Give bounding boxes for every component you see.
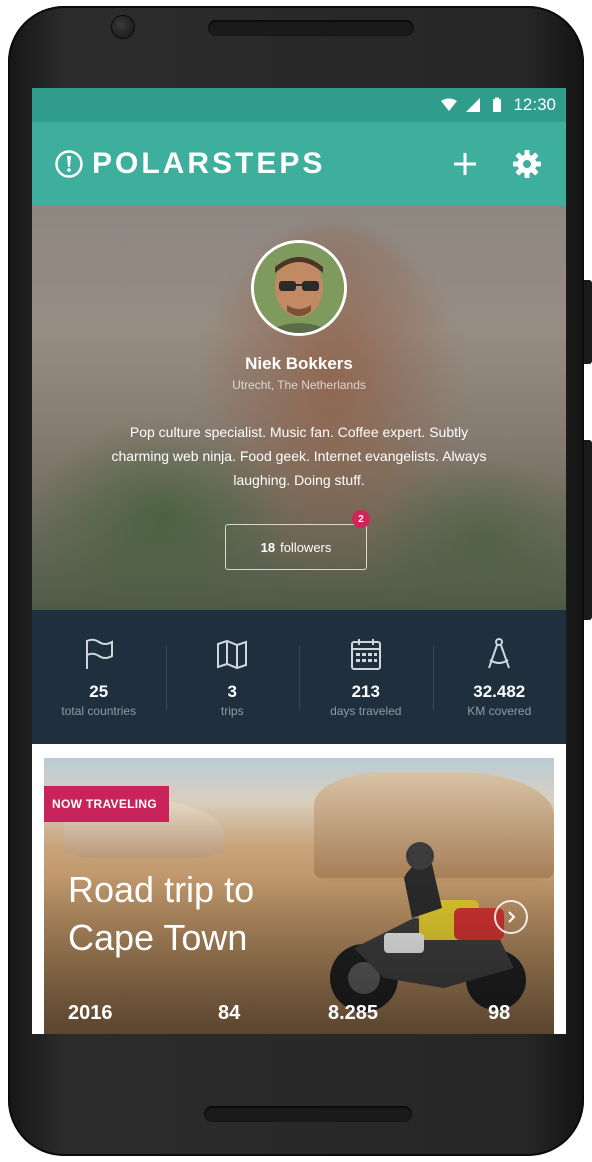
compass-icon xyxy=(488,638,511,669)
new-followers-badge: 2 xyxy=(352,510,370,528)
gear-icon xyxy=(513,150,541,178)
stat-value: 32.482 xyxy=(473,682,526,701)
top-speaker xyxy=(208,20,414,36)
flag-icon xyxy=(85,638,113,669)
profile-name: Niek Bokkers xyxy=(245,354,353,373)
stat-label: KM covered xyxy=(467,704,532,718)
avatar-photo xyxy=(254,243,344,333)
map-icon xyxy=(217,639,248,670)
trip-card[interactable]: NOW TRAVELING Road trip to Cape Town 201… xyxy=(44,758,554,1034)
app-bar: POLARSTEPS xyxy=(32,122,566,206)
stat-trips[interactable]: 3 trips xyxy=(165,610,300,744)
stat-label: trips xyxy=(220,704,244,718)
status-bar: 12:30 xyxy=(32,88,566,122)
stat-distance[interactable]: 32.482 KM covered xyxy=(432,610,567,744)
logo-text: POLARSTEPS xyxy=(92,147,326,180)
settings-button[interactable] xyxy=(510,147,544,181)
stat-label: total countries xyxy=(61,704,137,718)
avatar[interactable] xyxy=(251,240,347,336)
stat-label: days traveled xyxy=(330,704,402,718)
app-screen: 12:30 POLARSTEPS Niek Bokkers Utrecht, T… xyxy=(32,88,566,1034)
trip-stat: 84 xyxy=(218,1002,241,1024)
profile-location: Utrecht, The Netherlands xyxy=(232,378,366,392)
followers-count: 18 xyxy=(260,539,276,555)
stat-value: 25 xyxy=(89,682,109,701)
volume-button[interactable] xyxy=(584,440,592,620)
trips-list: NOW TRAVELING Road trip to Cape Town 201… xyxy=(32,744,566,1034)
wifi-icon xyxy=(441,98,458,111)
trip-stats: 2016 84 8.285 98 xyxy=(68,1002,548,1032)
status-time: 12:30 xyxy=(513,95,556,114)
chevron-right-icon xyxy=(508,911,516,923)
followers-button[interactable]: 18 followers xyxy=(225,524,367,570)
add-button[interactable] xyxy=(448,147,482,181)
stat-days[interactable]: 213 days traveled xyxy=(299,610,433,744)
trip-stat-year: 2016 xyxy=(68,1002,113,1024)
calendar-icon xyxy=(350,639,381,670)
profile-header: Niek Bokkers Utrecht, The Netherlands Po… xyxy=(32,206,566,610)
trip-stat: 98 xyxy=(488,1002,511,1024)
trip-title: Road trip to Cape Town xyxy=(68,869,255,958)
stats-bar: 25 total countries 3 trips 213 days trav… xyxy=(32,610,566,744)
trip-stat: 8.285 xyxy=(328,1002,379,1024)
stat-value: 3 xyxy=(227,682,237,701)
plus-icon xyxy=(454,153,476,175)
followers-label: followers xyxy=(280,539,332,555)
app-logo[interactable]: POLARSTEPS xyxy=(54,147,325,181)
open-trip-button[interactable] xyxy=(494,900,528,934)
signal-icon xyxy=(466,98,481,112)
front-camera xyxy=(112,16,134,38)
power-button[interactable] xyxy=(584,280,592,364)
bottom-speaker xyxy=(204,1106,412,1122)
now-traveling-badge: NOW TRAVELING xyxy=(44,786,170,822)
battery-icon xyxy=(493,97,502,112)
profile-bio: Pop culture specialist. Music fan. Coffe… xyxy=(111,424,487,488)
stat-countries[interactable]: 25 total countries xyxy=(32,610,166,744)
compass-logo-icon xyxy=(55,150,83,178)
stat-value: 213 xyxy=(351,682,380,701)
